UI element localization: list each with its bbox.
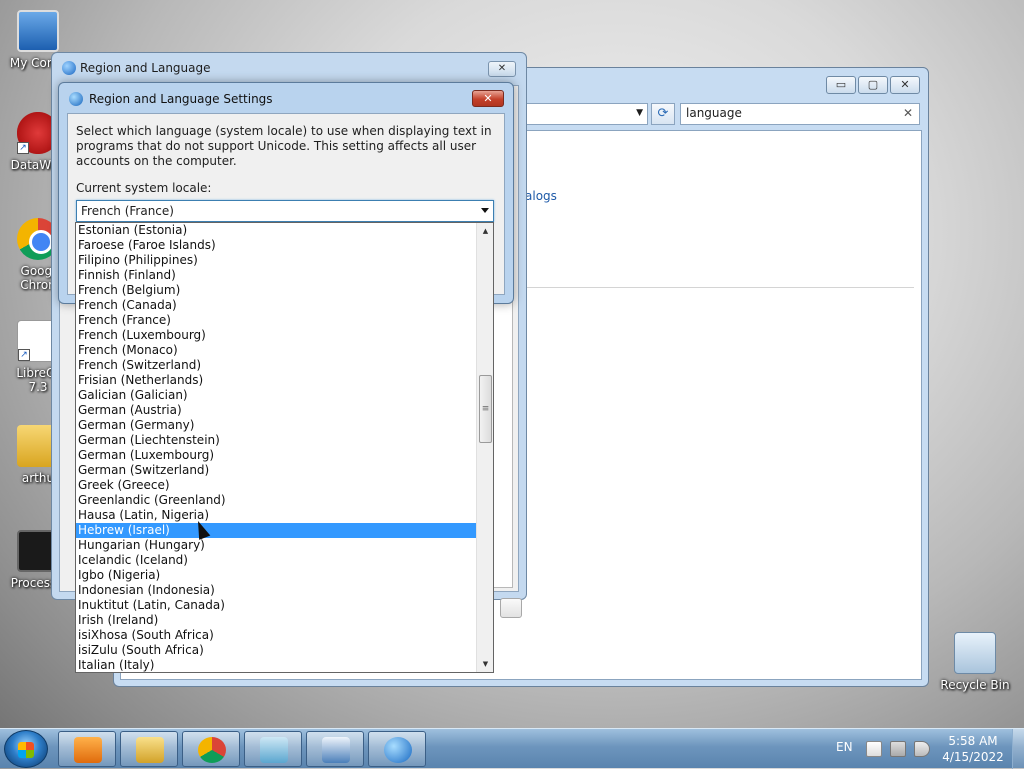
scroll-up-icon[interactable]: ▲ [477,223,494,239]
network-icon[interactable] [890,741,906,757]
refresh-icon: ⟳ [657,106,669,121]
taskbar-app[interactable] [244,731,302,767]
taskbar-control-panel[interactable] [306,731,364,767]
dialog-description: Select which language (system locale) to… [76,124,492,168]
globe-icon [62,61,76,75]
close-button[interactable]: ✕ [472,90,504,107]
desktop-icon-recycle-bin[interactable]: Recycle Bin [937,632,1013,692]
locale-option[interactable]: French (Switzerland) [76,358,476,373]
locale-options: Estonian (Estonia) Faroese (Faroe Islands… [76,223,476,672]
taskbar-chrome[interactable] [182,731,240,767]
locale-option[interactable]: French (France) [76,313,476,328]
locale-option[interactable]: Hungarian (Hungary) [76,538,476,553]
scroll-down-icon[interactable]: ▼ [477,656,494,672]
locale-option[interactable]: Filipino (Philippines) [76,253,476,268]
locale-option[interactable]: Frisian (Netherlands) [76,373,476,388]
chevron-down-icon[interactable]: ▼ [636,108,643,118]
locale-option[interactable]: French (Canada) [76,298,476,313]
control-panel-icon [322,737,350,763]
locale-option[interactable]: Italian (Italy) [76,658,476,672]
clear-search-icon[interactable]: ✕ [903,106,913,120]
chevron-down-icon[interactable] [481,208,489,213]
taskbar-media-player[interactable] [58,731,116,767]
locale-option[interactable]: Greenlandic (Greenland) [76,493,476,508]
window-title: Region and Language [80,61,211,75]
locale-option[interactable]: French (Belgium) [76,283,476,298]
computer-icon [17,10,59,52]
globe-icon [69,92,83,106]
clock-time: 5:58 AM [948,734,998,748]
locale-option[interactable]: German (Liechtenstein) [76,433,476,448]
system-locale-select[interactable]: French (France) [76,200,494,222]
locale-option[interactable]: Icelandic (Iceland) [76,553,476,568]
locale-option[interactable]: Greek (Greece) [76,478,476,493]
scrollbar-thumb[interactable]: ≡ [479,375,492,443]
minimize-button[interactable]: ▭ [826,76,856,94]
locale-option[interactable]: Igbo (Nigeria) [76,568,476,583]
locale-option[interactable]: Galician (Galician) [76,388,476,403]
selected-locale: French (France) [81,204,174,218]
app-icon [260,737,288,763]
media-player-icon [74,737,102,763]
region-language-icon [384,737,412,763]
locale-option[interactable]: Hebrew (Israel) [76,523,476,538]
shortcut-arrow-icon: ↗ [17,142,29,154]
scrollbar[interactable]: ▲ ≡ ▼ [476,223,493,672]
taskbar-region-language[interactable] [368,731,426,767]
taskbar: EN 5:58 AM 4/15/2022 [0,728,1024,769]
desktop-icon-label: Recycle Bin [940,678,1010,692]
locale-option[interactable]: German (Switzerland) [76,463,476,478]
address-bar[interactable]: ▼ [514,103,648,125]
locale-option[interactable]: Hausa (Latin, Nigeria) [76,508,476,523]
chrome-icon [198,737,226,763]
locale-option[interactable]: isiXhosa (South Africa) [76,628,476,643]
locale-label: Current system locale: [76,181,212,195]
locale-option[interactable]: French (Monaco) [76,343,476,358]
window-controls: ▭ ▢ ✕ [826,76,920,94]
locale-dropdown-list[interactable]: Estonian (Estonia) Faroese (Faroe Islands… [75,222,494,673]
taskbar-explorer[interactable] [120,731,178,767]
volume-icon[interactable] [914,741,930,757]
locale-option[interactable]: Irish (Ireland) [76,613,476,628]
clock-date: 4/15/2022 [942,750,1004,764]
locale-option[interactable]: German (Germany) [76,418,476,433]
locale-option[interactable]: Faroese (Faroe Islands) [76,238,476,253]
dialog-title: Region and Language Settings [89,92,273,106]
result-link[interactable]: alogs [525,189,557,203]
divider [514,287,914,288]
recycle-bin-icon [954,632,996,674]
locale-option[interactable]: German (Luxembourg) [76,448,476,463]
close-button[interactable]: ✕ [488,61,516,77]
dialog-button[interactable] [500,598,522,618]
locale-option[interactable]: Inuktitut (Latin, Canada) [76,598,476,613]
locale-option[interactable]: Finnish (Finland) [76,268,476,283]
action-center-icon[interactable] [866,741,882,757]
close-button[interactable]: ✕ [890,76,920,94]
start-button[interactable] [4,730,48,768]
show-desktop-button[interactable] [1012,729,1024,769]
system-clock[interactable]: 5:58 AM 4/15/2022 [940,733,1006,765]
search-input[interactable]: language ✕ [680,103,920,125]
locale-option[interactable]: German (Austria) [76,403,476,418]
input-language-indicator[interactable]: EN [836,740,853,754]
locale-option[interactable]: isiZulu (South Africa) [76,643,476,658]
locale-option[interactable]: Indonesian (Indonesia) [76,583,476,598]
locale-option[interactable]: Estonian (Estonia) [76,223,476,238]
maximize-button[interactable]: ▢ [858,76,888,94]
search-value: language [686,106,742,120]
locale-option[interactable]: French (Luxembourg) [76,328,476,343]
shortcut-arrow-icon: ↗ [18,349,30,361]
windows-explorer-icon [136,737,164,763]
refresh-button[interactable]: ⟳ [651,103,675,125]
